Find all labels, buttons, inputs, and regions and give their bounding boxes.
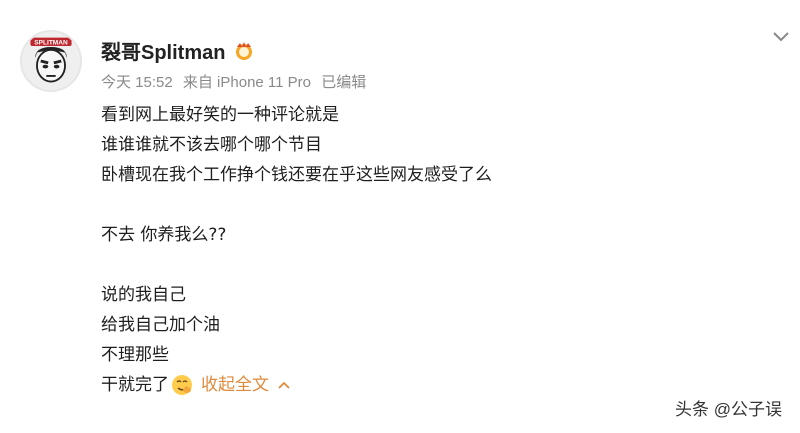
chevron-down-icon[interactable] xyxy=(772,30,790,44)
chevron-up-icon[interactable] xyxy=(277,380,291,390)
post-time: 今天 15:52 xyxy=(101,74,173,91)
weibo-post: SPLITMAN 裂哥Splitman 今天 15:52 来自 iPhone 1… xyxy=(0,0,800,433)
post-line: 干就完了 xyxy=(101,375,169,395)
username-text[interactable]: 裂哥Splitman xyxy=(101,36,225,65)
post-meta: 今天 15:52 来自 iPhone 11 Pro 已编辑 xyxy=(101,71,372,92)
post-body: 看到网上最好笑的一种评论就是 谁谁谁就不该去哪个哪个节目 卧槽现在我个工作挣个钱… xyxy=(101,100,492,400)
post-line: 谁谁谁就不该去哪个哪个节目 xyxy=(101,135,322,155)
collapse-button[interactable]: 收起全文 xyxy=(201,370,291,400)
collapse-label[interactable]: 收起全文 xyxy=(201,370,269,400)
post-line: 不去 你养我么?? xyxy=(101,225,227,245)
smirk-emoji-icon xyxy=(172,375,192,395)
edited-label[interactable]: 已编辑 xyxy=(321,74,366,91)
username[interactable]: 裂哥Splitman xyxy=(101,36,255,65)
avatar[interactable]: SPLITMAN xyxy=(20,30,82,92)
watermark: 头条 @公子误 xyxy=(675,400,782,419)
post-line: 给我自己加个油 xyxy=(101,315,220,335)
cartoon-face-avatar-icon: SPLITMAN xyxy=(22,32,80,90)
post-line: 说的我自己 xyxy=(101,285,186,305)
post-line: 看到网上最好笑的一种评论就是 xyxy=(101,105,339,125)
post-line: 卧槽现在我个工作挣个钱还要在乎这些网友感受了么 xyxy=(101,165,492,185)
post-line: 不理那些 xyxy=(101,345,169,365)
post-last-line: 干就完了 收起全文 xyxy=(101,370,492,400)
vip-badge-icon xyxy=(236,41,253,60)
post-source[interactable]: 来自 iPhone 11 Pro xyxy=(183,74,311,91)
avatar-logo-text: SPLITMAN xyxy=(34,40,68,47)
